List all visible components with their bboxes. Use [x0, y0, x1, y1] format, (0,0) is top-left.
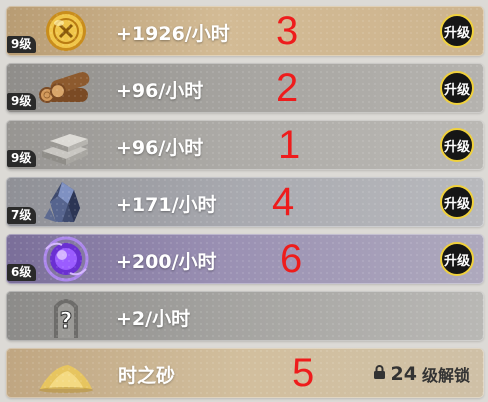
resource-row-stone: 9级 +96/小时 1 升级 — [6, 120, 484, 170]
level-badge: 7级 — [7, 207, 37, 224]
lock-icon — [373, 364, 386, 384]
upgrade-button[interactable]: 升级 — [440, 185, 474, 219]
order-annotation: 2 — [276, 66, 299, 110]
gold-coin-icon — [34, 7, 98, 55]
production-rate: +171/小时 — [116, 194, 217, 216]
upgrade-button[interactable]: 升级 — [440, 71, 474, 105]
resource-production-panel: 9级 +1926/小时 3 升级 9级 +96/小时 2 升级 9级 +96/小… — [0, 0, 488, 402]
resource-row-wood: 9级 +96/小时 2 升级 — [6, 63, 484, 113]
wood-logs-icon — [34, 64, 98, 112]
level-badge: 9级 — [7, 93, 37, 110]
resource-row-crystal: 7级 +171/小时 4 升级 — [6, 177, 484, 227]
production-rate: +96/小时 — [116, 137, 204, 159]
purple-orb-icon — [34, 235, 98, 283]
unlock-level: 24 — [390, 363, 417, 385]
production-rate: +2/小时 — [116, 308, 191, 330]
production-rate: +200/小时 — [116, 251, 217, 273]
production-rate: +1926/小时 — [116, 23, 230, 45]
mystery-item-icon: ? — [34, 292, 98, 340]
resource-row-orb: 6级 +200/小时 6 升级 — [6, 234, 484, 284]
svg-text:?: ? — [60, 309, 73, 334]
level-badge: 9级 — [7, 150, 37, 167]
resource-row-mystery: ? +2/小时 — [6, 291, 484, 341]
upgrade-button[interactable]: 升级 — [440, 128, 474, 162]
level-badge: 6级 — [7, 264, 37, 281]
resource-name: 时之砂 — [118, 365, 176, 387]
upgrade-button[interactable]: 升级 — [440, 242, 474, 276]
order-annotation: 5 — [292, 351, 315, 395]
order-annotation: 3 — [276, 9, 299, 53]
stone-bricks-icon — [34, 121, 98, 169]
production-rate: +96/小时 — [116, 80, 204, 102]
crystal-ore-icon — [34, 178, 98, 226]
order-annotation: 4 — [272, 180, 295, 224]
resource-row-gold: 9级 +1926/小时 3 升级 — [6, 6, 484, 56]
resource-row-sand: 时之砂 5 24 级解锁 — [6, 348, 484, 398]
unlock-label: 级解锁 — [421, 366, 470, 385]
order-annotation: 1 — [278, 123, 301, 167]
sand-pile-icon — [34, 349, 98, 397]
level-badge: 9级 — [7, 36, 37, 53]
upgrade-button[interactable]: 升级 — [440, 14, 474, 48]
unlock-requirement: 24 级解锁 — [373, 362, 470, 386]
order-annotation: 6 — [280, 237, 303, 281]
